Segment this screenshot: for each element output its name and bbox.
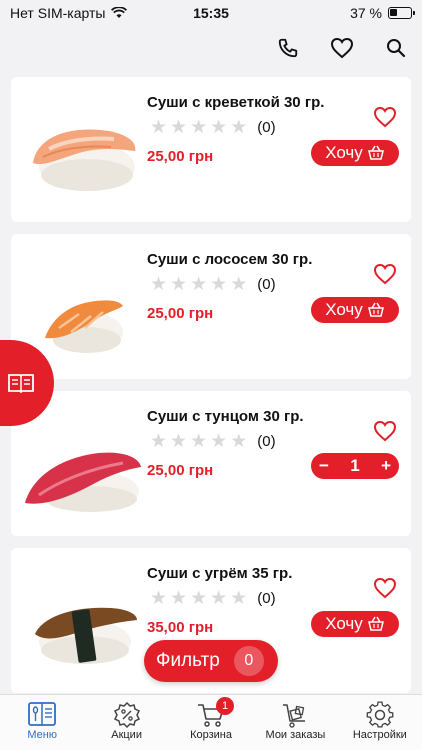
settings-icon: [366, 701, 394, 728]
basket-icon: [367, 302, 384, 317]
star-icon[interactable]: ★: [230, 589, 247, 608]
product-list: Суши с креветкой 30 гр. ★ ★ ★ ★ ★ (0) 25,00 …: [11, 77, 411, 705]
star-icon[interactable]: ★: [210, 589, 227, 608]
product-rating[interactable]: ★ ★ ★ ★ ★ (0): [150, 589, 276, 608]
discount-icon: [113, 701, 140, 729]
filter-button[interactable]: Фильтр 0: [144, 640, 278, 682]
carrier-label: Нет SIM-карты: [10, 5, 106, 21]
add-to-cart-label: Хочу: [325, 300, 363, 319]
top-bar: [0, 28, 422, 68]
menu-icon: [28, 702, 57, 726]
tab-menu-label: Меню: [27, 729, 58, 741]
battery-percent: 37 %: [350, 5, 382, 21]
decrease-button[interactable]: −: [319, 456, 329, 476]
product-price: 25,00 грн: [147, 148, 214, 165]
star-icon[interactable]: ★: [210, 118, 227, 137]
product-price: 25,00 грн: [147, 305, 214, 322]
basket-icon: [367, 616, 384, 631]
book-icon: [8, 374, 34, 393]
product-price: 25,00 грн: [147, 462, 214, 479]
add-to-cart-label: Хочу: [325, 143, 363, 162]
product-rating[interactable]: ★ ★ ★ ★ ★ (0): [150, 432, 276, 451]
cart-count-badge: 1: [216, 697, 235, 715]
filter-label: Фильтр: [156, 650, 220, 671]
star-icon[interactable]: ★: [230, 118, 247, 137]
product-rating[interactable]: ★ ★ ★ ★ ★ (0): [150, 118, 276, 137]
filter-count-badge: 0: [233, 646, 264, 676]
product-image-tuna-sushi: [25, 452, 141, 512]
battery-icon: [388, 7, 415, 19]
product-title: Суши с лососем 30 гр.: [147, 251, 313, 268]
tab-settings[interactable]: Настройки: [338, 695, 422, 750]
increase-button[interactable]: +: [381, 456, 391, 476]
rating-stars[interactable]: ★ ★ ★ ★ ★: [150, 432, 247, 451]
favorite-heart-icon[interactable]: [373, 577, 397, 599]
add-to-cart-button[interactable]: Хочу: [311, 297, 399, 323]
tab-cart-label: Корзина: [190, 729, 232, 741]
basket-icon: [367, 145, 384, 160]
rating-stars[interactable]: ★ ★ ★ ★ ★: [150, 275, 247, 294]
star-icon[interactable]: ★: [150, 432, 167, 451]
rating-stars[interactable]: ★ ★ ★ ★ ★: [150, 589, 247, 608]
tab-promotions-label: Акции: [111, 729, 142, 741]
star-icon[interactable]: ★: [190, 432, 207, 451]
add-to-cart-button[interactable]: Хочу: [311, 140, 399, 166]
search-icon[interactable]: [384, 36, 408, 60]
star-icon[interactable]: ★: [230, 432, 247, 451]
product-title: Суши с креветкой 30 гр.: [147, 94, 325, 111]
favorite-heart-icon[interactable]: [373, 420, 397, 442]
tab-orders[interactable]: Мои заказы: [253, 695, 337, 750]
favorite-heart-icon[interactable]: [373, 106, 397, 128]
star-icon[interactable]: ★: [150, 118, 167, 137]
product-image-eel-sushi: [35, 607, 137, 664]
tab-cart[interactable]: 1 Корзина: [169, 695, 253, 750]
product-card[interactable]: Суши с тунцом 30 гр. ★ ★ ★ ★ ★ (0) 25,00 грн…: [11, 391, 411, 536]
rating-stars[interactable]: ★ ★ ★ ★ ★: [150, 118, 247, 137]
product-title: Суши с тунцом 30 гр.: [147, 408, 304, 425]
favorites-heart-icon[interactable]: [330, 36, 354, 60]
star-icon[interactable]: ★: [150, 275, 167, 294]
phone-icon[interactable]: [276, 36, 300, 60]
star-icon[interactable]: ★: [170, 432, 187, 451]
tab-promotions[interactable]: Акции: [84, 695, 168, 750]
star-icon[interactable]: ★: [170, 589, 187, 608]
star-icon[interactable]: ★: [170, 118, 187, 137]
tab-orders-label: Мои заказы: [265, 729, 326, 741]
product-card[interactable]: Суши с лососем 30 гр. ★ ★ ★ ★ ★ (0) 25,00 гр…: [11, 234, 411, 379]
add-to-cart-button[interactable]: Хочу: [311, 611, 399, 637]
rating-count: (0): [257, 590, 276, 607]
product-rating[interactable]: ★ ★ ★ ★ ★ (0): [150, 275, 276, 294]
star-icon[interactable]: ★: [190, 118, 207, 137]
star-icon[interactable]: ★: [170, 275, 187, 294]
product-card[interactable]: Суши с креветкой 30 гр. ★ ★ ★ ★ ★ (0) 25,00 …: [11, 77, 411, 222]
product-price: 35,00 грн: [147, 619, 214, 636]
status-bar: Нет SIM-карты 15:35 37 %: [0, 0, 422, 26]
star-icon[interactable]: ★: [230, 275, 247, 294]
product-title: Суши с угрём 35 гр.: [147, 565, 293, 582]
tab-menu[interactable]: Меню: [0, 695, 84, 750]
product-image-salmon-sushi: [45, 300, 123, 353]
favorite-heart-icon[interactable]: [373, 263, 397, 285]
quantity-value: 1: [350, 456, 360, 475]
star-icon[interactable]: ★: [210, 432, 227, 451]
star-icon[interactable]: ★: [210, 275, 227, 294]
status-time: 15:35: [193, 5, 229, 21]
product-image-shrimp-sushi: [33, 129, 136, 191]
orders-icon: [283, 704, 306, 728]
star-icon[interactable]: ★: [150, 589, 167, 608]
star-icon[interactable]: ★: [190, 589, 207, 608]
rating-count: (0): [257, 119, 276, 136]
rating-count: (0): [257, 433, 276, 450]
add-to-cart-label: Хочу: [325, 614, 363, 633]
wifi-icon: [111, 7, 128, 18]
bottom-tab-bar: Меню Акции 1 Корзина Мои заказы Настройк…: [0, 694, 422, 750]
star-icon[interactable]: ★: [190, 275, 207, 294]
tab-settings-label: Настройки: [352, 729, 407, 741]
quantity-stepper[interactable]: − 1 +: [311, 453, 399, 479]
rating-count: (0): [257, 276, 276, 293]
